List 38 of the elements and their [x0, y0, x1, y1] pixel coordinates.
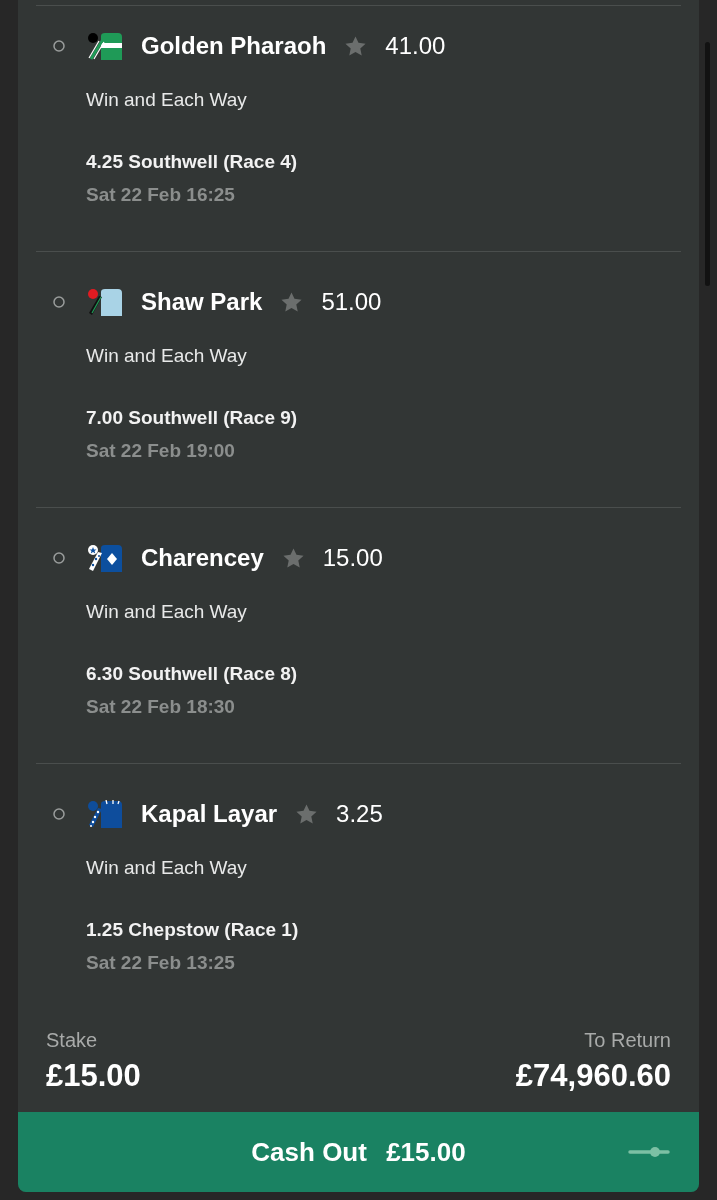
circle-icon: [53, 296, 65, 308]
jockey-silks-icon: [86, 288, 122, 316]
star-icon[interactable]: [280, 290, 304, 314]
race-name: 4.25 Southwell (Race 4): [86, 150, 298, 174]
race-date: Sat 22 Feb 13:25: [86, 951, 235, 975]
jockey-silks-icon: [86, 800, 122, 828]
bet-type: Win and Each Way: [86, 88, 247, 112]
race-date: Sat 22 Feb 16:25: [86, 183, 235, 207]
runner-name: Golden Pharaoh: [141, 31, 327, 61]
bet-type: Win and Each Way: [86, 600, 247, 624]
race-date: Sat 22 Feb 18:30: [86, 695, 235, 719]
runner-name: Shaw Park: [141, 287, 263, 317]
jockey-silks-icon: [86, 544, 122, 572]
race-name: 6.30 Southwell (Race 8): [86, 662, 298, 686]
odds: 41.00: [385, 31, 446, 61]
race-name: 7.00 Southwell (Race 9): [86, 406, 298, 430]
runner-name: Charencey: [141, 543, 264, 573]
race-name: 1.25 Chepstow (Race 1): [86, 918, 299, 942]
stake-label: Stake: [46, 1029, 98, 1051]
jockey-silks-icon: [86, 32, 122, 60]
odds: 51.00: [321, 287, 382, 317]
star-icon[interactable]: [295, 802, 319, 826]
star-icon[interactable]: [344, 34, 368, 58]
to-return-label: To Return: [584, 1029, 671, 1051]
cash-out-button[interactable]: Cash Out £15.00: [18, 1112, 699, 1192]
race-date: Sat 22 Feb 19:00: [86, 439, 235, 463]
circle-icon: [53, 808, 65, 820]
runner-name: Kapal Layar: [141, 799, 278, 829]
to-return-value: £74,960.60: [515, 1058, 671, 1094]
circle-icon: [53, 552, 65, 564]
stake-value: £15.00: [46, 1058, 141, 1094]
circle-icon: [53, 40, 65, 52]
bet-type: Win and Each Way: [86, 344, 247, 368]
star-icon[interactable]: [281, 546, 305, 570]
odds: 3.25: [336, 799, 383, 829]
slider-icon[interactable]: [628, 1147, 670, 1157]
bet-type: Win and Each Way: [86, 856, 247, 880]
odds: 15.00: [322, 543, 383, 573]
